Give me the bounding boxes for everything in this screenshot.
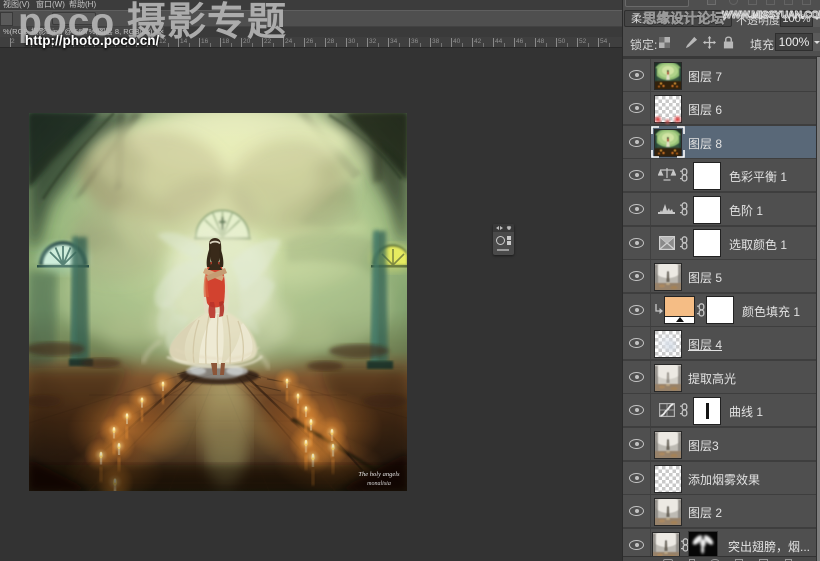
svg-text:monalisia: monalisia [367, 481, 391, 487]
svg-text:The holy angels: The holy angels [358, 471, 400, 478]
